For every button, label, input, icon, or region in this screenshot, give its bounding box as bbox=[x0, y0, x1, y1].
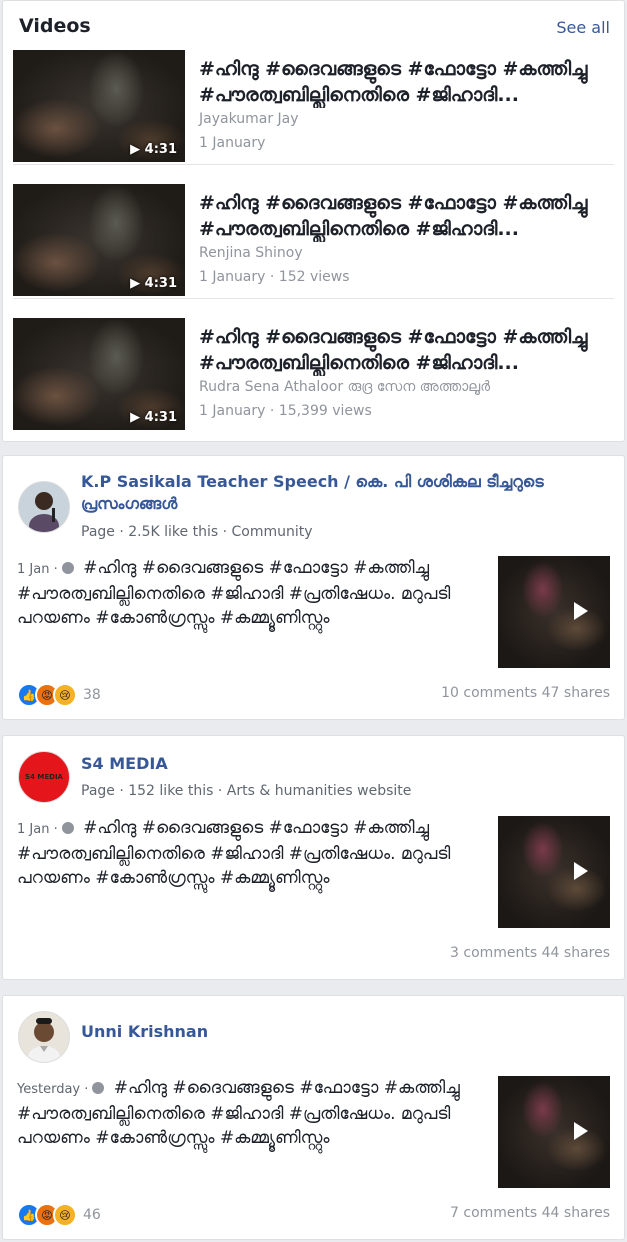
avatar[interactable]: S4 MEDIA bbox=[18, 751, 70, 803]
post-body: Yesterday · #ഹിന്ദു #ദൈവങ്ങളുടെ #ഫോട്ടോ … bbox=[17, 1076, 487, 1150]
reaction-count: 46 bbox=[83, 1207, 101, 1223]
sad-icon: 😢 bbox=[53, 683, 77, 707]
video-meta: 1 January · 15,399 views bbox=[199, 403, 372, 419]
play-icon: ▶ bbox=[130, 142, 141, 157]
post-video-thumbnail[interactable] bbox=[498, 1076, 610, 1188]
play-icon bbox=[574, 1122, 588, 1140]
see-all-link[interactable]: See all bbox=[556, 18, 610, 37]
globe-icon bbox=[61, 822, 74, 834]
video-duration: 4:31 bbox=[144, 276, 177, 291]
video-item[interactable]: ▶ 4:31 #ഹിന്ദു #ദൈവങ്ങളുടെ #ഫോട്ടോ #കത്ത… bbox=[13, 184, 614, 299]
video-item[interactable]: ▶ 4:31 #ഹിന്ദു #ദൈവങ്ങളുടെ #ഫോട്ടോ #കത്ത… bbox=[13, 50, 614, 165]
post-video-thumbnail[interactable] bbox=[498, 816, 610, 928]
video-thumbnail[interactable]: ▶ 4:31 bbox=[13, 318, 185, 430]
video-title[interactable]: #ഹിന്ദു #ദൈവങ്ങളുടെ #ഫോട്ടോ #കത്തിച്ചു #പ… bbox=[199, 56, 609, 108]
post-time[interactable]: 1 Jan · bbox=[17, 562, 58, 577]
post-stats[interactable]: 7 comments 44 shares bbox=[450, 1205, 610, 1221]
post-text: #ഹിന്ദു #ദൈവങ്ങളുടെ #ഫോട്ടോ #കത്തിച്ചു #… bbox=[17, 558, 451, 628]
globe-icon bbox=[61, 562, 74, 574]
reactions-summary[interactable]: 👍 😡 😢 38 bbox=[17, 683, 101, 707]
post-video-thumbnail[interactable] bbox=[498, 556, 610, 668]
video-meta: 1 January bbox=[199, 135, 266, 151]
videos-card: Videos See all ▶ 4:31 #ഹിന്ദു #ദൈവങ്ങളുട… bbox=[2, 0, 625, 442]
video-title[interactable]: #ഹിന്ദു #ദൈവങ്ങളുടെ #ഫോട്ടോ #കത്തിച്ചു #പ… bbox=[199, 324, 609, 376]
video-author[interactable]: Renjina Shinoy bbox=[199, 245, 303, 261]
avatar[interactable] bbox=[18, 1011, 70, 1063]
play-icon: ▶ bbox=[130, 410, 141, 425]
post-author-name[interactable]: Unni Krishnan bbox=[81, 1021, 208, 1043]
post-author-name[interactable]: S4 MEDIA bbox=[81, 753, 168, 775]
post-time[interactable]: Yesterday · bbox=[17, 1082, 88, 1097]
video-author[interactable]: Jayakumar Jay bbox=[199, 111, 299, 127]
video-item[interactable]: ▶ 4:31 #ഹിന്ദു #ദൈവങ്ങളുടെ #ഫോട്ടോ #കത്ത… bbox=[13, 318, 614, 432]
post-text: #ഹിന്ദു #ദൈവങ്ങളുടെ #ഫോട്ടോ #കത്തിച്ചു #… bbox=[17, 818, 451, 888]
post-author-name[interactable]: K.P Sasikala Teacher Speech / കെ. പി ശശി… bbox=[81, 471, 601, 515]
post-card: K.P Sasikala Teacher Speech / കെ. പി ശശി… bbox=[2, 455, 625, 720]
post-card: Unni Krishnan Yesterday · #ഹിന്ദു #ദൈവങ്… bbox=[2, 995, 625, 1240]
play-icon bbox=[574, 602, 588, 620]
post-time[interactable]: 1 Jan · bbox=[17, 822, 58, 837]
reactions-summary[interactable]: 👍 😡 😢 46 bbox=[17, 1203, 101, 1227]
post-card: S4 MEDIA S4 MEDIA Page · 152 like this ·… bbox=[2, 735, 625, 980]
post-stats[interactable]: 10 comments 47 shares bbox=[441, 685, 610, 701]
play-icon bbox=[574, 862, 588, 880]
video-thumbnail[interactable]: ▶ 4:31 bbox=[13, 50, 185, 162]
post-author-sub: Page · 2.5K like this · Community bbox=[81, 524, 313, 540]
reaction-count: 38 bbox=[83, 687, 101, 703]
post-stats[interactable]: 3 comments 44 shares bbox=[450, 945, 610, 961]
play-icon: ▶ bbox=[130, 276, 141, 291]
post-body: 1 Jan · #ഹിന്ദു #ദൈവങ്ങളുടെ #ഫോട്ടോ #കത്… bbox=[17, 816, 487, 890]
videos-heading: Videos bbox=[19, 15, 91, 37]
video-title[interactable]: #ഹിന്ദു #ദൈവങ്ങളുടെ #ഫോട്ടോ #കത്തിച്ചു #പ… bbox=[199, 190, 609, 242]
video-thumbnail[interactable]: ▶ 4:31 bbox=[13, 184, 185, 296]
post-body: 1 Jan · #ഹിന്ദു #ദൈവങ്ങളുടെ #ഫോട്ടോ #കത്… bbox=[17, 556, 487, 630]
globe-icon bbox=[92, 1082, 105, 1094]
video-duration: 4:31 bbox=[144, 410, 177, 425]
video-duration: 4:31 bbox=[144, 142, 177, 157]
avatar[interactable] bbox=[18, 481, 70, 533]
sad-icon: 😢 bbox=[53, 1203, 77, 1227]
video-author[interactable]: Rudra Sena Athaloor രുദ്ര സേന അത്താലൂർ bbox=[199, 379, 490, 395]
post-author-sub: Page · 152 like this · Arts & humanities… bbox=[81, 783, 412, 799]
video-meta: 1 January · 152 views bbox=[199, 269, 350, 285]
